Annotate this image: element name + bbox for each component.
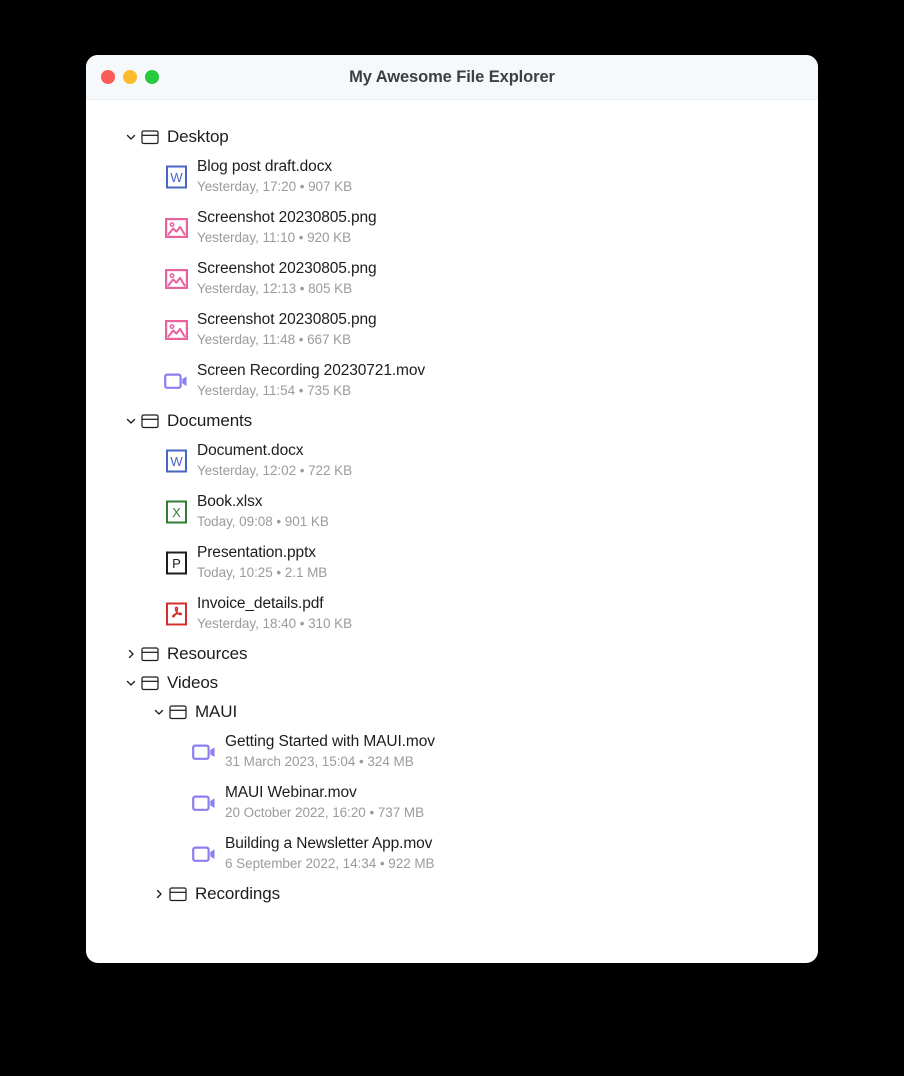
svg-text:P: P: [172, 555, 181, 570]
word-document-icon: W: [164, 164, 188, 190]
file-text: Screenshot 20230805.png Yesterday, 11:48 …: [197, 310, 377, 349]
file-name: Document.docx: [197, 442, 304, 459]
file-meta: 31 March 2023, 15:04 • 324 MB: [225, 754, 414, 769]
file-meta: Yesterday, 12:02 • 722 KB: [197, 463, 353, 478]
chevron-down-icon[interactable]: [122, 131, 140, 143]
svg-text:X: X: [172, 504, 181, 519]
folder-icon: [140, 646, 160, 662]
folder-label: Videos: [167, 672, 219, 692]
file-name: Presentation.pptx: [197, 544, 316, 561]
file-text: Screenshot 20230805.png Yesterday, 12:13 …: [197, 259, 377, 298]
folder-label: Recordings: [195, 883, 280, 903]
video-file-icon: [192, 790, 216, 816]
file-meta: Yesterday, 11:54 • 735 KB: [197, 383, 352, 398]
file-text: Invoice_details.pdf Yesterday, 18:40 • 31…: [197, 594, 352, 633]
traffic-light-controls: [101, 70, 159, 84]
file-text: MAUI Webinar.mov 20 October 2022, 16:20 •…: [225, 783, 424, 822]
file-text: Document.docx Yesterday, 12:02 • 722 KB: [197, 441, 352, 480]
folder-row-maui[interactable]: MAUI: [86, 697, 818, 726]
folder-row-recordings[interactable]: Recordings: [86, 879, 818, 908]
close-button[interactable]: [101, 70, 115, 84]
maximize-button[interactable]: [145, 70, 159, 84]
window-titlebar: My Awesome File Explorer: [86, 55, 818, 100]
file-name: MAUI Webinar.mov: [225, 784, 357, 801]
folder-icon: [140, 129, 160, 145]
svg-text:W: W: [170, 453, 183, 468]
file-row[interactable]: W Document.docx Yesterday, 12:02 • 722 KB: [86, 435, 818, 486]
file-row[interactable]: Building a Newsletter App.mov 6 September…: [86, 828, 818, 879]
file-text: Book.xlsx Today, 09:08 • 901 KB: [197, 492, 329, 531]
file-row[interactable]: W Blog post draft.docx Yesterday, 17:20 • …: [86, 151, 818, 202]
file-meta: Yesterday, 18:40 • 310 KB: [197, 616, 353, 631]
file-name: Screenshot 20230805.png: [197, 311, 377, 328]
file-name: Invoice_details.pdf: [197, 595, 324, 612]
chevron-down-icon[interactable]: [122, 677, 140, 689]
folder-icon: [140, 413, 160, 429]
file-row[interactable]: Screenshot 20230805.png Yesterday, 11:48 …: [86, 304, 818, 355]
file-tree: Desktop W Blog post draft.docx Yesterday, 1…: [86, 100, 818, 963]
file-meta: Yesterday, 12:13 • 805 KB: [197, 281, 353, 296]
file-row[interactable]: Invoice_details.pdf Yesterday, 18:40 • 31…: [86, 588, 818, 639]
window-title: My Awesome File Explorer: [349, 67, 555, 86]
chevron-down-icon[interactable]: [122, 415, 140, 427]
file-row[interactable]: Screen Recording 20230721.mov Yesterday, …: [86, 355, 818, 406]
file-meta: Today, 10:25 • 2.1 MB: [197, 565, 328, 580]
file-name: Building a Newsletter App.mov: [225, 835, 433, 852]
file-meta: Yesterday, 11:10 • 920 KB: [197, 230, 352, 245]
file-row[interactable]: Getting Started with MAUI.mov 31 March 20…: [86, 726, 818, 777]
file-row[interactable]: Screenshot 20230805.png Yesterday, 12:13 …: [86, 253, 818, 304]
word-document-icon: W: [164, 448, 188, 474]
folder-row-desktop[interactable]: Desktop: [86, 122, 818, 151]
chevron-right-icon[interactable]: [150, 888, 168, 900]
file-name: Getting Started with MAUI.mov: [225, 733, 435, 750]
image-file-icon: [164, 317, 188, 343]
file-meta: Today, 09:08 • 901 KB: [197, 514, 329, 529]
file-meta: 6 September 2022, 14:34 • 922 MB: [225, 856, 435, 871]
folder-row-videos[interactable]: Videos: [86, 668, 818, 697]
file-meta: Yesterday, 17:20 • 907 KB: [197, 179, 353, 194]
file-meta: Yesterday, 11:48 • 667 KB: [197, 332, 352, 347]
file-text: Blog post draft.docx Yesterday, 17:20 • 9…: [197, 157, 352, 196]
excel-spreadsheet-icon: X: [164, 499, 188, 525]
file-name: Screen Recording 20230721.mov: [197, 362, 426, 379]
svg-text:W: W: [170, 169, 183, 184]
video-file-icon: [164, 368, 188, 394]
folder-label: MAUI: [195, 701, 238, 721]
pdf-file-icon: [164, 601, 188, 627]
folder-icon: [140, 675, 160, 691]
folder-row-resources[interactable]: Resources: [86, 639, 818, 668]
folder-label: Documents: [167, 410, 253, 430]
file-text: Presentation.pptx Today, 10:25 • 2.1 MB: [197, 543, 327, 582]
chevron-down-icon[interactable]: [150, 706, 168, 718]
image-file-icon: [164, 266, 188, 292]
folder-row-documents[interactable]: Documents: [86, 406, 818, 435]
video-file-icon: [192, 841, 216, 867]
file-row[interactable]: Screenshot 20230805.png Yesterday, 11:10 …: [86, 202, 818, 253]
folder-label: Resources: [167, 643, 248, 663]
file-text: Building a Newsletter App.mov 6 September…: [225, 834, 435, 873]
folder-icon: [168, 704, 188, 720]
file-text: Screenshot 20230805.png Yesterday, 11:10 …: [197, 208, 377, 247]
file-explorer-window: My Awesome File Explorer Desktop W Blog po…: [86, 55, 818, 963]
folder-icon: [168, 886, 188, 902]
file-row[interactable]: P Presentation.pptx Today, 10:25 • 2.1 MB: [86, 537, 818, 588]
file-text: Screen Recording 20230721.mov Yesterday, …: [197, 361, 425, 400]
file-name: Screenshot 20230805.png: [197, 209, 377, 226]
powerpoint-presentation-icon: P: [164, 550, 188, 576]
file-name: Screenshot 20230805.png: [197, 260, 377, 277]
image-file-icon: [164, 215, 188, 241]
folder-label: Desktop: [167, 126, 229, 146]
video-file-icon: [192, 739, 216, 765]
file-name: Blog post draft.docx: [197, 158, 332, 175]
file-meta: 20 October 2022, 16:20 • 737 MB: [225, 805, 425, 820]
file-name: Book.xlsx: [197, 493, 263, 510]
minimize-button[interactable]: [123, 70, 137, 84]
file-row[interactable]: MAUI Webinar.mov 20 October 2022, 16:20 •…: [86, 777, 818, 828]
file-row[interactable]: X Book.xlsx Today, 09:08 • 901 KB: [86, 486, 818, 537]
file-text: Getting Started with MAUI.mov 31 March 20…: [225, 732, 435, 771]
chevron-right-icon[interactable]: [122, 648, 140, 660]
